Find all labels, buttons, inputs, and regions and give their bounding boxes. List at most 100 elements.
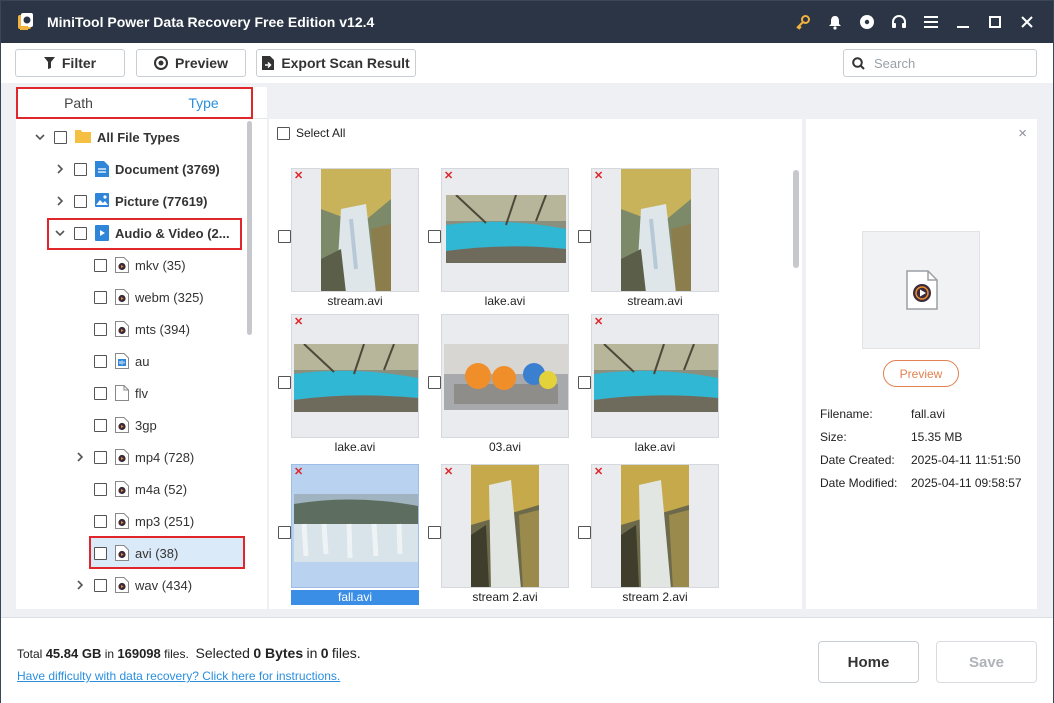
home-button[interactable]: Home (818, 641, 919, 683)
tree-item-mkv[interactable]: mkv (35) (94, 249, 186, 281)
filter-button[interactable]: Filter (15, 49, 125, 77)
thumbnail: ✕ (291, 168, 419, 292)
file-checkbox[interactable] (428, 526, 441, 539)
thumbnail: ✕ (291, 464, 419, 588)
tree-item-mts[interactable]: mts (394) (94, 313, 190, 345)
maximize-icon[interactable] (979, 1, 1011, 43)
file-checkbox[interactable] (428, 376, 441, 389)
tree-item-3gp[interactable]: 3gp (94, 409, 157, 441)
export-icon (262, 56, 275, 70)
tree-item-document[interactable]: Document (3769) (52, 153, 220, 185)
save-button[interactable]: Save (936, 641, 1037, 683)
video-file-icon (115, 513, 129, 529)
tree-item-all-file-types[interactable]: All File Types (32, 121, 180, 153)
tree-item-mp3[interactable]: mp3 (251) (94, 505, 194, 537)
checkbox[interactable] (54, 130, 67, 144)
video-file-icon (115, 321, 129, 337)
app-window: MiniTool Power Data Recovery Free Editio… (0, 0, 1054, 703)
disc-icon[interactable] (851, 1, 883, 43)
file-tile[interactable]: ✕ stream 2.avi (419, 464, 569, 609)
preview-thumbnail (862, 231, 980, 349)
app-logo-icon (15, 11, 37, 33)
file-tile[interactable]: ✕ lake.avi (269, 314, 419, 460)
file-checkbox[interactable] (428, 230, 441, 243)
file-checkbox[interactable] (578, 230, 591, 243)
file-tile[interactable]: ✕ stream.avi (269, 168, 419, 314)
preview-file-button[interactable]: Preview (883, 360, 959, 387)
chevron-right-icon[interactable] (72, 577, 88, 593)
file-grid-panel: Select All ✕ stream.avi ✕ lake.avi ✕ str… (269, 119, 802, 609)
help-link[interactable]: Have difficulty with data recovery? Clic… (17, 669, 340, 683)
deleted-icon: ✕ (294, 170, 304, 182)
checkbox[interactable] (94, 354, 107, 368)
checkbox[interactable] (94, 322, 107, 336)
search-box[interactable] (843, 49, 1037, 77)
checkbox[interactable] (94, 258, 107, 272)
chevron-right-icon[interactable] (72, 449, 88, 465)
file-tile[interactable]: ✕ lake.avi (569, 314, 719, 460)
selected-prefix: Selected (195, 645, 250, 661)
checkbox[interactable] (74, 194, 87, 208)
headset-icon[interactable] (883, 1, 915, 43)
export-scan-result-button[interactable]: Export Scan Result (256, 49, 416, 77)
tree-item-mp4[interactable]: mp4 (728) (72, 441, 194, 473)
tree-item-webm[interactable]: webm (325) (94, 281, 204, 313)
preview-button[interactable]: Preview (136, 49, 246, 77)
checkbox[interactable] (94, 578, 107, 592)
file-tile[interactable]: ✕ lake.avi (419, 168, 569, 314)
tree-label: mp4 (728) (135, 449, 195, 465)
menu-icon[interactable] (915, 1, 947, 43)
tree-item-picture[interactable]: Picture (77619) (52, 185, 208, 217)
in-word: in (104, 647, 115, 661)
checkbox[interactable] (74, 162, 87, 176)
total-prefix: Total (17, 647, 43, 661)
chevron-right-icon[interactable] (52, 193, 68, 209)
tree-item-au[interactable]: au (94, 345, 149, 377)
select-all-checkbox[interactable] (277, 126, 290, 140)
tree-label: All File Types (97, 129, 180, 145)
selected-size: 0 Bytes (253, 645, 304, 661)
date-created-value: 2025-04-11 11:51:50 (911, 453, 1021, 467)
checkbox[interactable] (94, 290, 107, 304)
tree-item-flv[interactable]: flv (94, 377, 148, 409)
file-name: stream 2.avi (622, 590, 688, 604)
file-checkbox[interactable] (278, 526, 291, 539)
file-tile[interactable]: 03.avi (419, 314, 569, 460)
file-tile-selected[interactable]: ✕ fall.avi (269, 464, 419, 609)
file-checkbox[interactable] (278, 376, 291, 389)
tree-scrollbar[interactable] (247, 121, 252, 335)
export-label: Export Scan Result (281, 55, 410, 71)
checkbox[interactable] (94, 386, 107, 400)
close-panel-icon[interactable]: × (1018, 125, 1027, 142)
close-icon[interactable] (1011, 1, 1043, 43)
search-input[interactable] (874, 55, 1024, 71)
file-checkbox[interactable] (578, 376, 591, 389)
checkbox[interactable] (94, 514, 107, 528)
checkbox[interactable] (94, 450, 107, 464)
video-file-icon (115, 289, 129, 305)
file-checkbox[interactable] (278, 230, 291, 243)
file-name: fall.avi (291, 590, 419, 605)
file-tile[interactable]: ✕ stream.avi (569, 168, 719, 314)
total-files: 169098 (117, 646, 161, 661)
thumbnail (441, 314, 569, 438)
document-icon (95, 161, 109, 177)
file-tile[interactable]: ✕ stream 2.avi (569, 464, 719, 609)
folder-icon (75, 129, 91, 145)
tree-label: m4a (52) (135, 481, 188, 497)
key-icon[interactable] (787, 1, 819, 43)
chevron-right-icon[interactable] (52, 161, 68, 177)
checkbox[interactable] (94, 482, 107, 496)
bell-icon[interactable] (819, 1, 851, 43)
checkbox[interactable] (94, 418, 107, 432)
eye-icon (154, 56, 169, 70)
grid-scrollbar[interactable] (793, 170, 799, 268)
tree-item-wav[interactable]: wav (434) (72, 569, 192, 601)
file-checkbox[interactable] (578, 526, 591, 539)
tree-item-m4a[interactable]: m4a (52) (94, 473, 187, 505)
minimize-icon[interactable] (947, 1, 979, 43)
tree-label: webm (325) (135, 289, 204, 305)
avi-highlight-box (89, 536, 245, 569)
chevron-down-icon[interactable] (32, 129, 48, 145)
select-all[interactable]: Select All (277, 126, 345, 140)
